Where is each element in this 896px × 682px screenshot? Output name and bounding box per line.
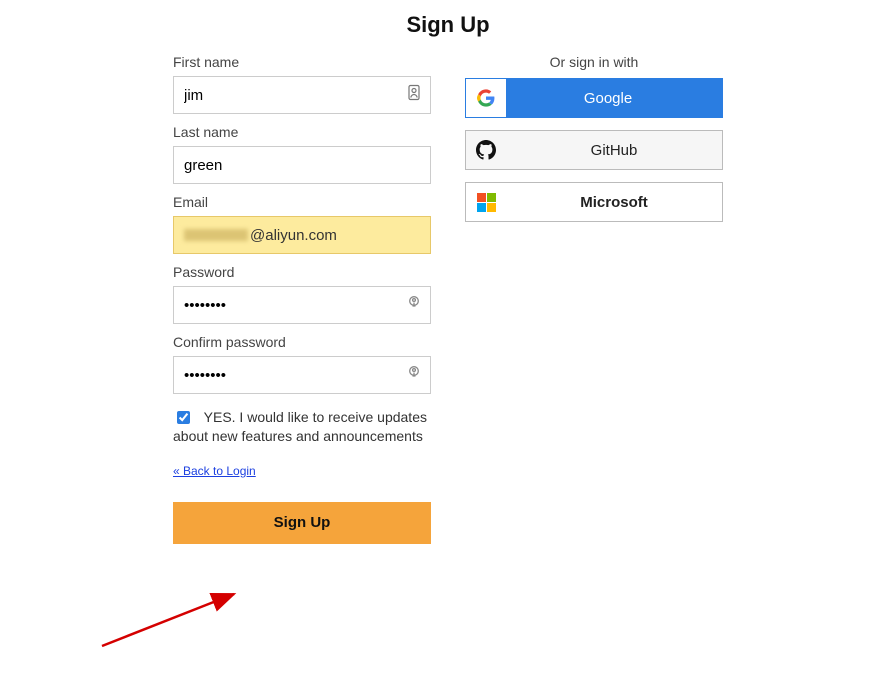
first-name-label: First name: [173, 54, 431, 70]
back-to-login-link[interactable]: « Back to Login: [173, 464, 256, 478]
sso-google-button[interactable]: Google: [465, 78, 723, 118]
updates-checkbox[interactable]: [177, 411, 190, 424]
email-redacted-local: [184, 229, 248, 241]
signup-form: First name Last name Email @aliyun.com P…: [173, 44, 431, 544]
confirm-password-input[interactable]: [173, 356, 431, 394]
email-domain: @aliyun.com: [250, 227, 337, 244]
updates-label: YES. I would like to receive updates abo…: [173, 409, 427, 444]
sso-github-label: GitHub: [506, 142, 722, 159]
sso-microsoft-button[interactable]: Microsoft: [465, 182, 723, 222]
annotation-arrow: [98, 582, 248, 652]
key-autofill-icon: [407, 296, 421, 315]
signup-button[interactable]: Sign Up: [173, 502, 431, 544]
sso-microsoft-label: Microsoft: [506, 194, 722, 211]
password-label: Password: [173, 264, 431, 280]
contact-autofill-icon: [407, 85, 421, 106]
google-icon: [466, 79, 506, 117]
last-name-label: Last name: [173, 124, 431, 140]
sso-panel: Or sign in with Google GitHub Microsoft: [465, 44, 723, 544]
sso-google-label: Google: [506, 90, 722, 107]
email-input[interactable]: @aliyun.com: [173, 216, 431, 254]
sso-github-button[interactable]: GitHub: [465, 130, 723, 170]
confirm-password-label: Confirm password: [173, 334, 431, 350]
first-name-input[interactable]: [173, 76, 431, 114]
key-autofill-icon: [407, 366, 421, 385]
last-name-input[interactable]: [173, 146, 431, 184]
github-icon: [466, 131, 506, 169]
sso-heading: Or sign in with: [465, 54, 723, 70]
email-label: Email: [173, 194, 431, 210]
microsoft-icon: [466, 183, 506, 221]
page-title: Sign Up: [0, 12, 896, 38]
password-input[interactable]: [173, 286, 431, 324]
